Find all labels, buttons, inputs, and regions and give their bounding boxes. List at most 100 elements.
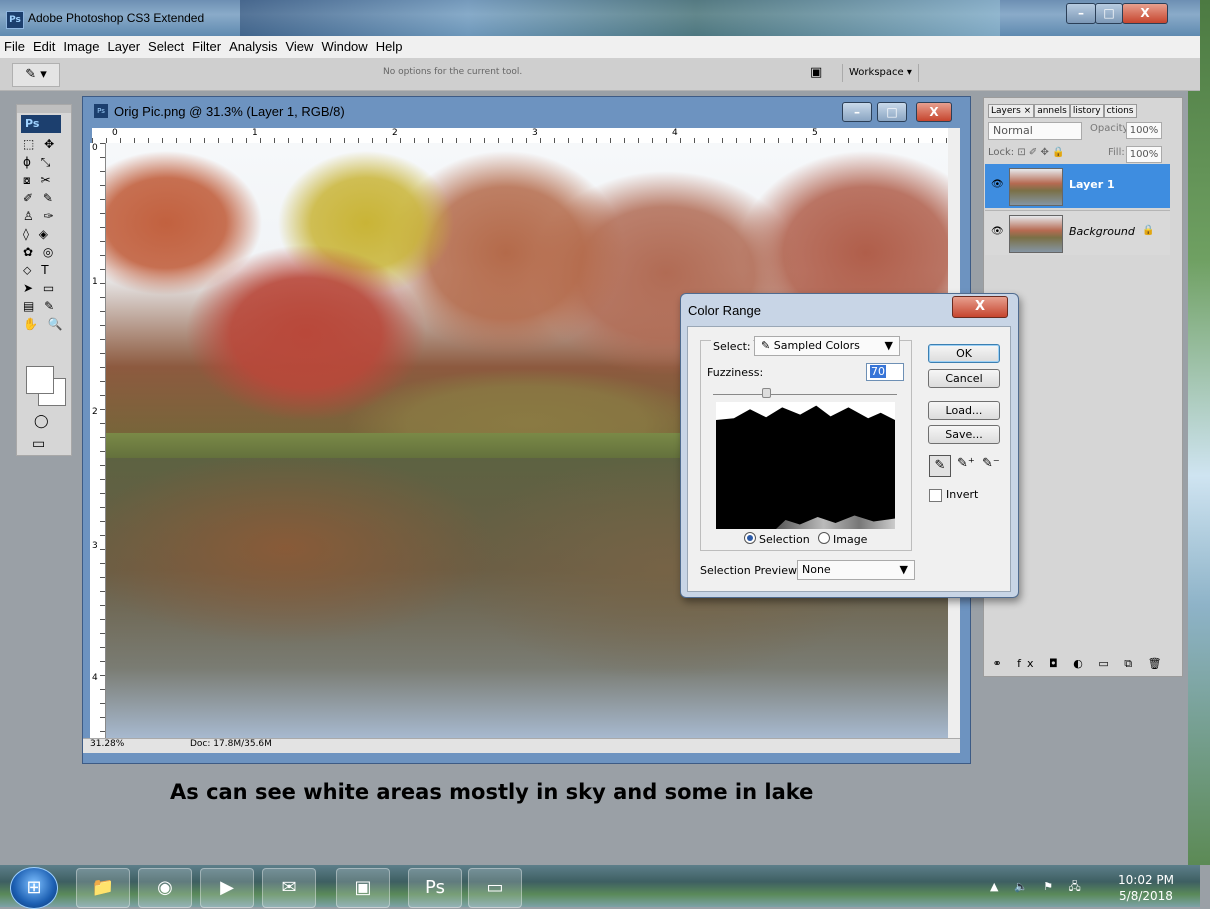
screen-mode-button[interactable]: ▭ [32,436,45,452]
maximize-icon: □ [886,105,898,119]
menu-view[interactable]: View [281,36,317,58]
ruler-label: 0 [92,143,98,153]
dialog-close-button[interactable]: X [952,296,1008,318]
zoom-level[interactable]: 31.28% [90,739,124,749]
system-tray[interactable]: ▲ 🔈 ⚑ 🖧 [990,878,1087,897]
layers-footer-buttons[interactable]: ⚭ fx ◘ ◐ ▭ ⧉ 🗑 [985,655,1175,673]
doc-minimize-button[interactable]: – [842,102,872,122]
photo-viewer-icon[interactable]: ▭ [468,868,522,908]
select-dropdown[interactable]: ✎ Sampled Colors ▼ [754,336,900,356]
tab-layers[interactable]: Layers × [988,104,1035,118]
menu-help[interactable]: Help [372,36,407,58]
tab-actions[interactable]: ctions [1103,104,1137,118]
ruler-label: 2 [92,407,98,417]
fuzziness-slider-thumb[interactable] [762,388,771,398]
photoshop-taskbar-button[interactable]: Ps [408,868,462,908]
opacity-field[interactable]: 100% [1126,122,1162,139]
radio-image[interactable]: Image [818,532,867,546]
doc-maximize-button[interactable]: □ [877,102,907,122]
invert-checkbox[interactable] [929,489,942,502]
lock-label: Lock: ⊡ ✐ ✥ 🔒 [988,147,1065,158]
minimize-button[interactable]: – [1066,3,1096,24]
tab-history[interactable]: listory [1069,104,1104,118]
radio-selection[interactable]: Selection [744,532,810,546]
eyedropper-plus-icon[interactable]: ✎⁺ [957,456,975,471]
radio-button[interactable] [818,532,830,544]
tab-channels[interactable]: annels [1034,104,1070,118]
media-player-icon[interactable]: ▶ [200,868,254,908]
photoshop-logo-icon: Ps [21,115,61,133]
maximize-button[interactable]: □ [1095,3,1123,24]
chevron-down-icon: ▼ [899,563,908,576]
blend-mode-dropdown[interactable]: Normal [988,122,1082,140]
mail-icon[interactable]: ✉ [262,868,316,908]
menu-image[interactable]: Image [59,36,103,58]
firefox-icon[interactable]: ◉ [138,868,192,908]
save-button[interactable]: Save... [928,425,1000,444]
fill-field[interactable]: 100% [1126,146,1162,163]
eraser-fill-tools[interactable]: ◊ ◈ [17,225,71,243]
close-button[interactable]: X [1122,3,1168,24]
eyedropper-icon[interactable]: ✎ [929,455,951,477]
ruler-label: 0 [112,128,118,138]
dialog-title: Color Range [688,303,761,318]
powerpoint-icon[interactable]: ▣ [336,868,390,908]
close-icon: X [1140,6,1150,20]
selection-preview-dropdown[interactable]: None ▼ [797,560,915,580]
photoshop-logo-icon: Ps [6,11,24,29]
load-button[interactable]: Load... [928,401,1000,420]
cancel-button[interactable]: Cancel [928,369,1000,388]
fuzziness-field[interactable]: 70 [866,363,904,381]
invert-label: Invert [946,488,979,501]
lock-icon: 🔒 [1142,225,1155,236]
bridge-icon[interactable]: ▣ [810,65,830,81]
layer-name: Background [1069,225,1135,238]
fuzziness-slider-track[interactable] [713,394,897,395]
workspace-dropdown[interactable]: Workspace ▾ [842,64,919,82]
select-shape-tools[interactable]: ➤ ▭ [17,279,71,297]
layer-row-background[interactable]: 👁 Background 🔒 [985,210,1170,255]
heal-brush-tools[interactable]: ✐ ✎ [17,189,71,207]
visibility-eye-icon[interactable]: 👁 [991,226,1004,237]
ruler-horizontal: 0 1 2 3 4 5 [92,128,948,144]
menu-window[interactable]: Window [317,36,371,58]
select-label: Select: [711,340,753,353]
stamp-history-tools[interactable]: ♙ ✑ [17,207,71,225]
radio-button[interactable] [744,532,756,544]
clock[interactable]: 10:02 PM 5/8/2018 [1110,872,1182,904]
menu-file[interactable]: File [0,36,29,58]
app-title: Adobe Photoshop CS3 Extended [28,11,205,25]
notes-eyedropper-tools[interactable]: ▤ ✎ [17,297,71,315]
menu-filter[interactable]: Filter [188,36,225,58]
pen-type-tools[interactable]: ⬦ T [17,261,71,279]
ruler-label: 3 [532,128,538,138]
ok-button[interactable]: OK [928,344,1000,363]
start-button[interactable]: ⊞ [10,867,58,909]
visibility-eye-icon[interactable]: 👁 [991,179,1004,190]
panel-tabs: Layers × annels listory ctions [988,104,1138,118]
tool-preset-picker[interactable]: ✎ ▾ [12,63,60,87]
quick-mask-button[interactable]: ◯ [34,414,49,429]
menu-analysis[interactable]: Analysis [225,36,281,58]
doc-close-button[interactable]: X [916,102,952,122]
crop-slice-tools[interactable]: ⧇ ✂ [17,171,71,189]
blur-dodge-tools[interactable]: ✿ ◎ [17,243,71,261]
document-size[interactable]: Doc: 17.8M/35.6M [190,739,272,749]
hand-zoom-tools[interactable]: ✋ 🔍 [17,315,71,333]
ruler-label: 4 [672,128,678,138]
layer-name: Layer 1 [1069,178,1115,191]
foreground-color-swatch[interactable] [26,366,54,394]
layer-row-layer-1[interactable]: 👁 Layer 1 [985,164,1170,208]
menu-edit[interactable]: Edit [29,36,59,58]
lasso-wand-tools[interactable]: ϕ ⤡ [17,153,71,171]
eyedropper-minus-icon[interactable]: ✎⁻ [982,456,1000,471]
fuzziness-label: Fuzziness: [707,366,764,379]
ruler-vertical: 0 1 2 3 4 [90,143,106,738]
selection-preview-image[interactable] [716,402,895,529]
panel-grip[interactable] [17,105,71,113]
options-bar: ✎ ▾ [0,58,1200,91]
marquee-move-tools[interactable]: ⬚ ✥ [17,135,71,153]
menu-select[interactable]: Select [144,36,188,58]
folder-icon[interactable]: 📁 [76,868,130,908]
menu-layer[interactable]: Layer [104,36,145,58]
